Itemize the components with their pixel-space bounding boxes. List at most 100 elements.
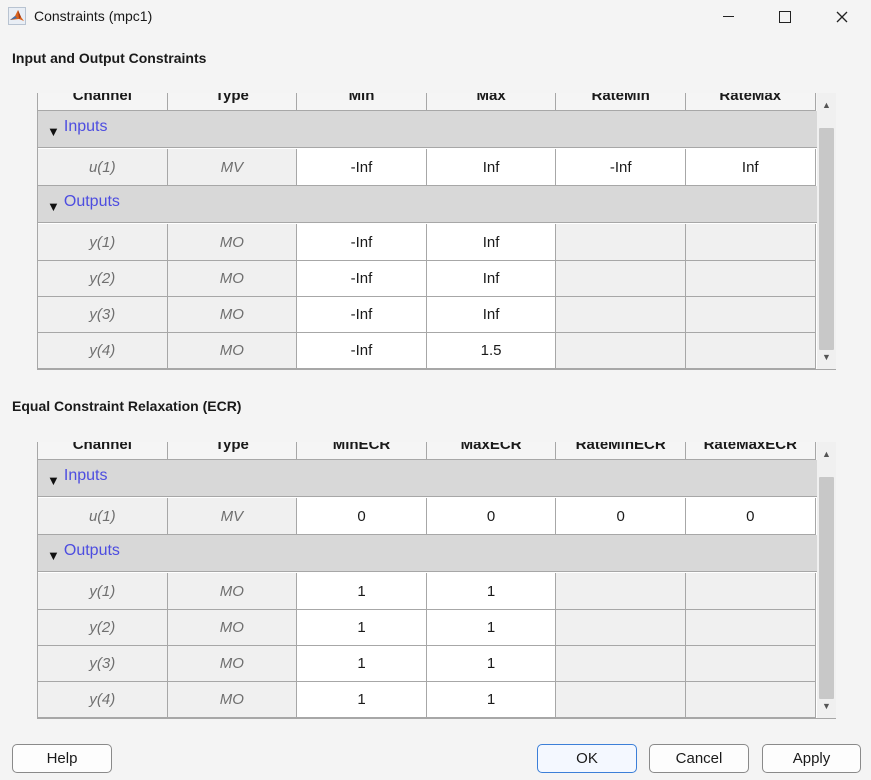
table-row: y(1) MO -Inf Inf [38,224,817,261]
table-row: y(4) MO 1 1 [38,682,817,718]
table-header: Channel Type MinECR MaxECR RateMinECR Ra… [38,442,817,461]
inputs-group-row[interactable]: ▼ Inputs [38,111,817,148]
type-cell: MV [167,149,298,186]
maxecr-cell[interactable]: 0 [426,498,557,535]
min-cell[interactable]: -Inf [297,149,427,186]
min-cell[interactable]: -Inf [297,333,427,369]
type-cell: MV [167,498,298,535]
outputs-group-row[interactable]: ▼ Outputs [38,186,817,223]
vertical-scrollbar[interactable]: ▲ ▼ [817,442,836,718]
empty-cell [685,333,816,369]
maxecr-cell[interactable]: 1 [426,610,557,646]
type-cell: MO [167,224,298,261]
column-header[interactable]: Type [167,442,298,460]
ratemin-cell[interactable]: -Inf [556,149,686,186]
scroll-down-arrow-icon[interactable]: ▼ [817,348,836,366]
table-row: u(1) MV -Inf Inf -Inf Inf [38,149,817,186]
minecr-cell[interactable]: 1 [297,646,427,682]
empty-cell [556,261,686,297]
max-cell[interactable]: Inf [426,297,557,333]
maxecr-cell[interactable]: 1 [426,573,557,610]
empty-cell [685,646,816,682]
empty-cell [685,297,816,333]
cancel-button[interactable]: Cancel [649,744,749,773]
column-header[interactable]: Type [167,93,298,111]
max-cell[interactable]: Inf [426,149,557,186]
rateminecr-cell[interactable]: 0 [556,498,686,535]
empty-cell [556,573,686,610]
ratemaxecr-cell[interactable]: 0 [685,498,816,535]
scroll-thumb[interactable] [819,128,834,350]
collapse-triangle-icon[interactable]: ▼ [47,548,60,563]
empty-cell [685,610,816,646]
minecr-cell[interactable]: 0 [297,498,427,535]
empty-cell [556,224,686,261]
vertical-scrollbar[interactable]: ▲ ▼ [817,93,836,369]
empty-cell [685,261,816,297]
maxecr-cell[interactable]: 1 [426,646,557,682]
empty-cell [556,646,686,682]
column-header[interactable]: Max [426,93,557,111]
table-row: u(1) MV 0 0 0 0 [38,498,817,535]
apply-button[interactable]: Apply [762,744,861,773]
empty-cell [556,610,686,646]
minecr-cell[interactable]: 1 [297,682,427,718]
min-cell[interactable]: -Inf [297,261,427,297]
minecr-cell[interactable]: 1 [297,573,427,610]
minimize-button[interactable] [699,0,757,33]
channel-cell: y(3) [38,646,168,682]
table-row: y(4) MO -Inf 1.5 [38,333,817,369]
scroll-up-arrow-icon[interactable]: ▲ [817,96,836,114]
column-header[interactable]: Channel [38,442,168,460]
column-header[interactable]: RateMin [556,93,686,111]
minecr-cell[interactable]: 1 [297,610,427,646]
io-constraints-table[interactable]: Channel Type Min Max RateMin RateMax ▼ I… [37,93,836,370]
column-header[interactable]: RateMax [685,93,816,111]
empty-cell [556,297,686,333]
scroll-up-arrow-icon[interactable]: ▲ [817,445,836,463]
empty-cell [685,573,816,610]
inputs-group-row[interactable]: ▼ Inputs [38,460,817,497]
table-row: y(3) MO 1 1 [38,646,817,682]
table-row: y(2) MO 1 1 [38,610,817,646]
column-header[interactable]: MinECR [297,442,427,460]
max-cell[interactable]: Inf [426,224,557,261]
close-button[interactable] [813,0,871,33]
group-label: Outputs [63,193,120,210]
column-header[interactable]: Channel [38,93,168,111]
type-cell: MO [167,333,298,369]
max-cell[interactable]: 1.5 [426,333,557,369]
column-header[interactable]: RateMinECR [556,442,686,460]
collapse-triangle-icon[interactable]: ▼ [47,199,60,214]
ecr-table[interactable]: Channel Type MinECR MaxECR RateMinECR Ra… [37,442,836,719]
collapse-triangle-icon[interactable]: ▼ [47,473,60,488]
ecr-section-title: Equal Constraint Relaxation (ECR) [12,398,242,414]
channel-cell: u(1) [38,149,168,186]
scroll-thumb[interactable] [819,477,834,699]
channel-cell: y(2) [38,610,168,646]
maximize-button[interactable] [756,0,814,33]
channel-cell: y(2) [38,261,168,297]
column-header[interactable]: MaxECR [426,442,557,460]
outputs-group-row[interactable]: ▼ Outputs [38,535,817,572]
channel-cell: u(1) [38,498,168,535]
help-button[interactable]: Help [12,744,112,773]
maxecr-cell[interactable]: 1 [426,682,557,718]
min-cell[interactable]: -Inf [297,224,427,261]
scroll-down-arrow-icon[interactable]: ▼ [817,697,836,715]
empty-cell [685,682,816,718]
collapse-triangle-icon[interactable]: ▼ [47,124,60,139]
type-cell: MO [167,573,298,610]
empty-cell [556,682,686,718]
column-header[interactable]: Min [297,93,427,111]
type-cell: MO [167,682,298,718]
max-cell[interactable]: Inf [426,261,557,297]
column-header[interactable]: RateMaxECR [685,442,816,460]
table-row: y(3) MO -Inf Inf [38,297,817,333]
channel-cell: y(3) [38,297,168,333]
min-cell[interactable]: -Inf [297,297,427,333]
group-label: Outputs [63,542,120,559]
ratemax-cell[interactable]: Inf [685,149,816,186]
ok-button[interactable]: OK [537,744,637,773]
type-cell: MO [167,297,298,333]
